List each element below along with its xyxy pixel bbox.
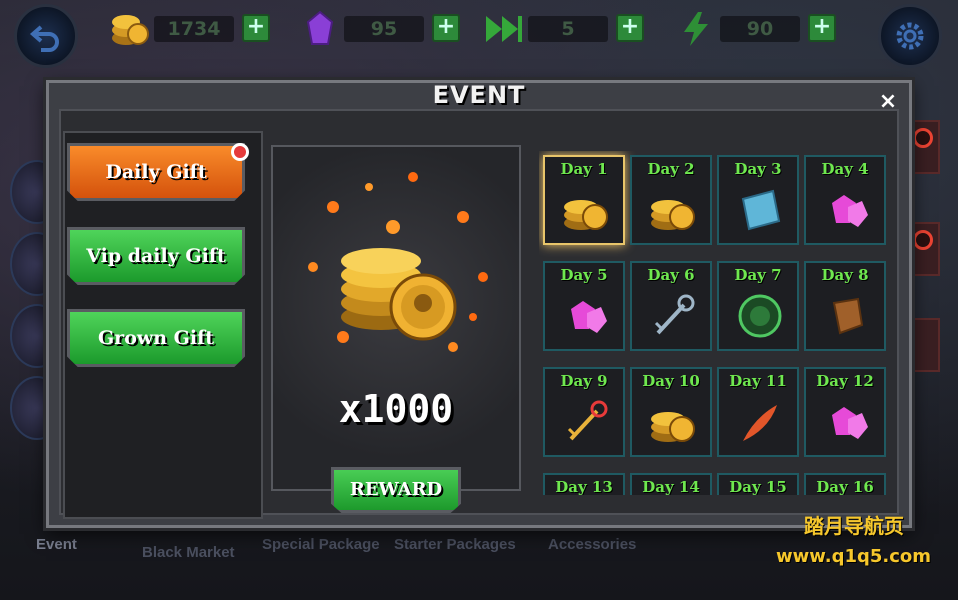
- day-cell[interactable]: Day 7: [717, 261, 799, 351]
- day-cell[interactable]: Day 11: [717, 367, 799, 457]
- day-label: Day 14: [642, 478, 700, 495]
- scroll-icon: [741, 189, 781, 231]
- day-cell[interactable]: Day 1: [543, 155, 625, 245]
- day-label: Day 4: [821, 160, 869, 178]
- day-cell[interactable]: Day 14: [630, 473, 712, 495]
- day-cell[interactable]: Day 10: [630, 367, 712, 457]
- key-icon: [567, 400, 608, 441]
- lightning-icon: [684, 12, 708, 46]
- add-gold-button[interactable]: +: [242, 14, 270, 42]
- reward-quantity: x1000: [338, 387, 454, 431]
- add-skips-button[interactable]: +: [616, 14, 644, 42]
- day-label: Day 13: [555, 478, 613, 495]
- tab-special-package[interactable]: Special Package: [262, 536, 380, 553]
- gold-coins-icon: [651, 200, 695, 230]
- day-label: Day 9: [560, 372, 608, 390]
- day-cell[interactable]: Day 15: [717, 473, 799, 495]
- watermark-title: 踏月导航页: [804, 514, 904, 538]
- feather-icon: [743, 405, 777, 441]
- day-cell[interactable]: Day 9: [543, 367, 625, 457]
- reward-button[interactable]: REWARD: [331, 467, 461, 513]
- gem-icon: [832, 195, 868, 227]
- add-gems-button[interactable]: +: [432, 14, 460, 42]
- day-cell[interactable]: Day 5: [543, 261, 625, 351]
- gold-amount: 1734: [154, 16, 234, 42]
- day-label: Day 6: [647, 266, 695, 284]
- gear-icon: [896, 22, 924, 50]
- day-label: Day 1: [560, 160, 608, 178]
- gold-coins-icon: [112, 15, 149, 45]
- day-cell[interactable]: Day 12: [804, 367, 886, 457]
- day-cell[interactable]: Day 4: [804, 155, 886, 245]
- gem-amount: 95: [344, 16, 424, 42]
- gold-coins-icon: [564, 200, 608, 230]
- day-label: Day 7: [734, 266, 782, 284]
- day-label: Day 2: [647, 160, 695, 178]
- tab-event[interactable]: Event: [36, 536, 77, 553]
- watermark-url: www.q1q5.com: [776, 546, 932, 567]
- energy-amount: 90: [720, 16, 800, 42]
- day-label: Day 11: [729, 372, 787, 390]
- leather-icon: [832, 297, 864, 335]
- back-button[interactable]: [14, 4, 78, 68]
- notification-dot-icon: [913, 230, 933, 250]
- day-label: Day 5: [560, 266, 608, 284]
- tab-black-market[interactable]: Black Market: [142, 544, 235, 561]
- day-cell[interactable]: Day 8: [804, 261, 886, 351]
- settings-button[interactable]: [878, 4, 942, 68]
- green-orb-icon: [738, 294, 782, 338]
- day-label: Day 3: [734, 160, 782, 178]
- day-cell[interactable]: Day 3: [717, 155, 799, 245]
- day-label: Day 16: [816, 478, 874, 495]
- day-label: Day 15: [729, 478, 787, 495]
- day-cell[interactable]: Day 6: [630, 261, 712, 351]
- notification-badge-icon: [231, 143, 249, 161]
- fast-forward-icon: [486, 16, 522, 42]
- gem-icon: [571, 301, 607, 333]
- skip-amount: 5: [528, 16, 608, 42]
- day-label: Day 10: [642, 372, 700, 390]
- day-cell[interactable]: Day 16: [804, 473, 886, 495]
- day-cell[interactable]: Day 2: [630, 155, 712, 245]
- reward-preview: x1000: [271, 145, 521, 491]
- dialog-title: EVENT: [432, 81, 526, 109]
- vip-daily-gift-button[interactable]: Vip daily Gift: [67, 227, 245, 285]
- gift-menu: Daily Gift Vip daily Gift Grown Gift: [63, 131, 263, 519]
- event-dialog: EVENT × Daily Gift Vip daily Gift Grown …: [46, 80, 912, 528]
- daily-reward-grid: Day 1 Day 2 Day 3 Day 4 Day 5 Day 6 Day …: [539, 151, 891, 495]
- day-cell[interactable]: Day 13: [543, 473, 625, 495]
- gold-coins-icon: [308, 172, 488, 352]
- day-label: Day 8: [821, 266, 869, 284]
- daily-gift-button[interactable]: Daily Gift: [67, 143, 245, 201]
- gem-icon: [832, 407, 868, 439]
- purple-gem-icon: [306, 10, 334, 45]
- tab-starter-packages[interactable]: Starter Packages: [394, 536, 516, 553]
- gold-coins-icon: [651, 412, 695, 442]
- back-arrow-icon: [29, 25, 59, 52]
- tab-accessories[interactable]: Accessories: [548, 536, 636, 553]
- add-energy-button[interactable]: +: [808, 14, 836, 42]
- day-label: Day 12: [816, 372, 874, 390]
- grown-gift-button[interactable]: Grown Gift: [67, 309, 245, 367]
- notification-dot-icon: [913, 128, 933, 148]
- key-icon: [654, 294, 695, 335]
- resource-bar: 1734 + 95 + 5 + 90 +: [0, 0, 958, 68]
